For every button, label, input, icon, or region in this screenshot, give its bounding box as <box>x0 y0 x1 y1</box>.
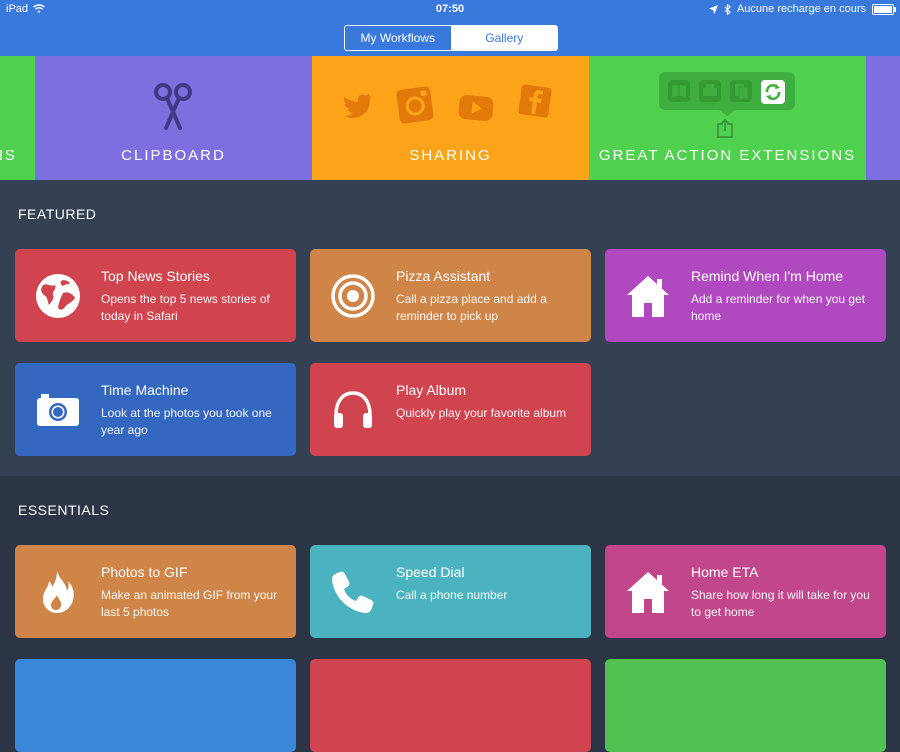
banner-partial-right[interactable] <box>866 56 900 180</box>
workflow-card-partial[interactable] <box>605 659 886 752</box>
essentials-section: ESSENTIALS Photos to GIF Make an animate… <box>0 476 900 752</box>
battery-icon <box>872 3 896 15</box>
card-description: Make an animated GIF from your last 5 ph… <box>101 588 278 619</box>
facebook-icon <box>518 84 552 118</box>
scissors-icon <box>154 83 192 130</box>
card-title: Top News Stories <box>101 268 210 284</box>
tab-my-workflows[interactable]: My Workflows <box>345 26 452 50</box>
workflow-card-play-album[interactable]: Play Album Quickly play your favorite al… <box>310 363 591 456</box>
camera-icon <box>37 394 79 426</box>
card-description: Add a reminder for when you get home <box>691 292 866 323</box>
workflow-card-speed-dial[interactable]: Speed Dial Call a phone number <box>310 545 591 638</box>
charge-status: Aucune recharge en cours <box>736 3 866 15</box>
workflow-card-pizza-assistant[interactable]: Pizza Assistant Call a pizza place and a… <box>310 249 591 342</box>
tab-gallery[interactable]: Gallery <box>451 26 557 50</box>
banner-sharing[interactable]: SHARING <box>312 56 589 180</box>
segmented-control: My Workflows Gallery <box>344 25 558 51</box>
phone-icon <box>332 571 374 613</box>
card-title: Play Album <box>396 382 467 398</box>
featured-section: FEATURED Top News Stories Opens the top … <box>0 180 900 476</box>
workflow-card-partial[interactable] <box>15 659 296 752</box>
workflow-card-partial[interactable] <box>310 659 591 752</box>
section-title: ESSENTIALS <box>18 502 110 518</box>
card-description: Call a pizza place and add a reminder to… <box>396 292 547 323</box>
location-arrow-icon <box>708 4 718 14</box>
workflow-card-time-machine[interactable]: Time Machine Look at the photos you took… <box>15 363 296 456</box>
top-bar: iPad 07:50 Aucune recharge en cours My W… <box>0 0 900 56</box>
banner-label: NS <box>0 147 17 164</box>
twitter-icon <box>344 94 372 118</box>
workflow-card-photos-to-gif[interactable]: Photos to GIF Make an animated GIF from … <box>15 545 296 638</box>
card-description: Call a phone number <box>396 588 508 602</box>
target-icon <box>331 274 375 318</box>
action-extension-popover <box>659 72 795 138</box>
card-title: Home ETA <box>691 564 759 580</box>
banner-label: CLIPBOARD <box>121 147 226 164</box>
banner-action-extensions[interactable]: GREAT ACTION EXTENSIONS <box>589 56 866 180</box>
workflow-card-top-news[interactable]: Top News Stories Opens the top 5 news st… <box>15 249 296 342</box>
section-title: FEATURED <box>18 206 97 222</box>
card-description: Look at the photos you took one year ago <box>101 406 272 437</box>
card-description: Share how long it will take for you to g… <box>691 588 870 619</box>
banner-label: SHARING <box>409 147 492 164</box>
card-title: Remind When I'm Home <box>691 268 844 284</box>
card-description: Opens the top 5 news stories of today in… <box>101 292 270 323</box>
globe-icon <box>36 274 80 318</box>
flame-icon <box>43 571 74 613</box>
banner-label: GREAT ACTION EXTENSIONS <box>598 147 857 164</box>
instagram-icon <box>396 86 434 124</box>
headphones-icon <box>334 391 372 428</box>
card-title: Speed Dial <box>396 564 465 580</box>
card-description: Quickly play your favorite album <box>396 406 567 420</box>
category-carousel[interactable]: NS CLIPBOARD <box>0 56 900 180</box>
banner-partial-left[interactable]: NS <box>0 56 35 180</box>
workflow-card-home-eta[interactable]: Home ETA Share how long it will take for… <box>605 545 886 638</box>
workflow-card-remind-home[interactable]: Remind When I'm Home Add a reminder for … <box>605 249 886 342</box>
card-title: Time Machine <box>101 382 189 398</box>
card-title: Photos to GIF <box>101 564 188 580</box>
bluetooth-icon <box>724 3 731 15</box>
youtube-icon <box>458 95 494 121</box>
status-bar: iPad 07:50 Aucune recharge en cours <box>0 0 900 20</box>
banner-clipboard[interactable]: CLIPBOARD <box>35 56 312 180</box>
card-title: Pizza Assistant <box>396 268 491 284</box>
home-icon <box>627 276 669 317</box>
home-icon <box>627 572 669 613</box>
